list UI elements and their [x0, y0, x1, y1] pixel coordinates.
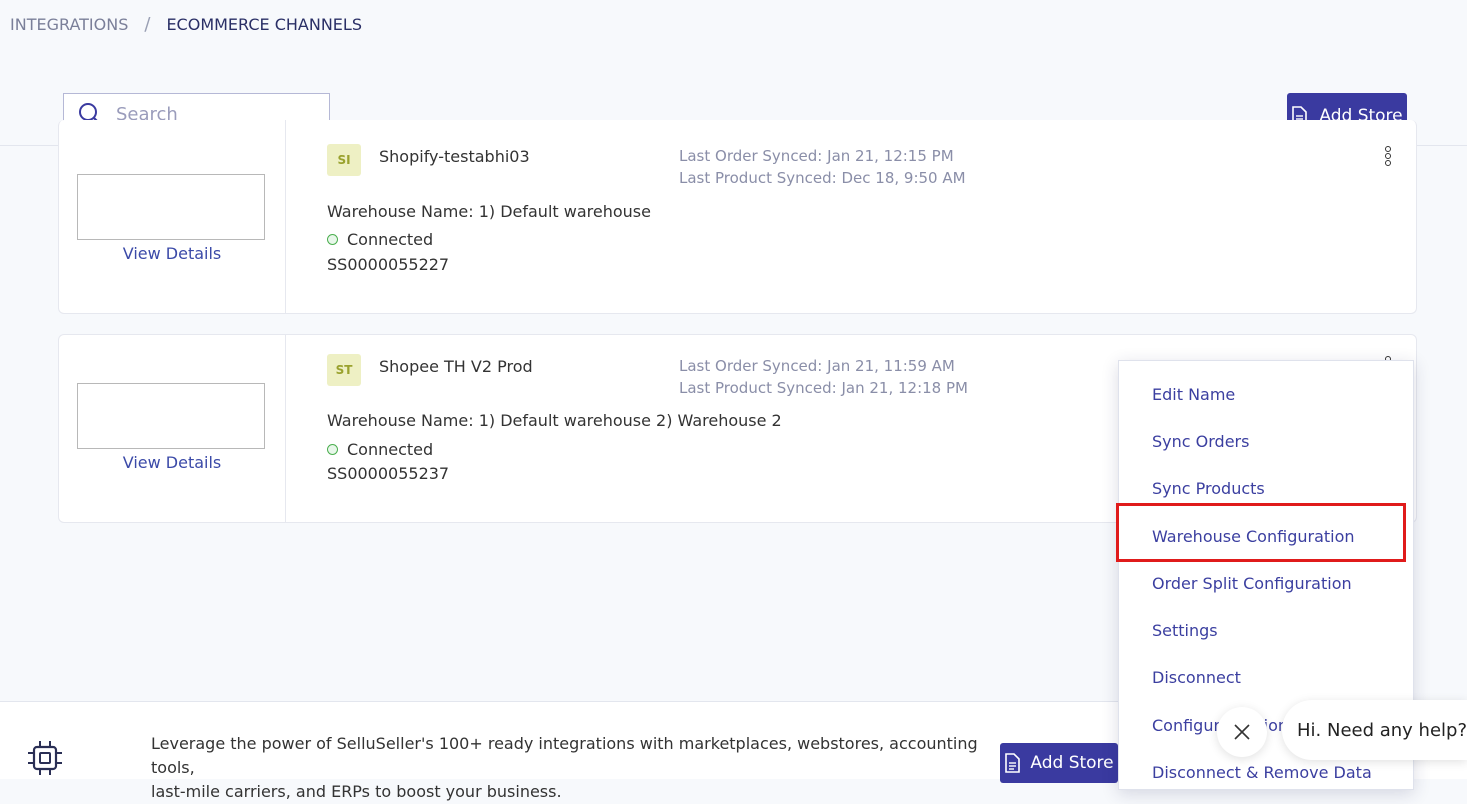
document-icon [1005, 753, 1021, 773]
store-code: SS0000055227 [327, 255, 450, 274]
breadcrumb-integrations[interactable]: INTEGRATIONS [10, 15, 128, 34]
sync-info: Last Order Synced: Jan 21, 12:15 PM Last… [679, 145, 966, 189]
footer-add-store-button[interactable]: Add Store [1000, 743, 1118, 783]
menu-item-edit-name[interactable]: Edit Name [1152, 385, 1235, 404]
breadcrumb-current: ECOMMERCE CHANNELS [166, 15, 362, 34]
menu-item-disconnect[interactable]: Disconnect [1152, 668, 1241, 687]
last-order-value: Jan 21, 12:15 PM [827, 147, 954, 165]
store-logo-column: View Details [59, 335, 286, 522]
chat-help-text: Hi. Need any help? [1297, 719, 1467, 741]
footer-promo-line-2: last-mile carriers, and ERPs to boost yo… [151, 782, 562, 801]
status-dot-icon [327, 234, 338, 245]
breadcrumb-separator: / [144, 14, 151, 35]
last-product-label: Last Product Synced: [679, 379, 837, 397]
status-label: Connected [347, 440, 434, 459]
footer-add-store-label: Add Store [1030, 753, 1114, 773]
store-logo-image [77, 383, 265, 449]
menu-item-order-split-configuration[interactable]: Order Split Configuration [1152, 574, 1352, 593]
connection-status: Connected [327, 440, 433, 459]
store-badge: ST [327, 354, 361, 386]
connection-status: Connected [327, 230, 433, 249]
menu-item-settings[interactable]: Settings [1152, 621, 1218, 640]
warehouse-name: Warehouse Name: 1) Default warehouse 2) … [327, 411, 782, 430]
store-name: Shopify-testabhi03 [379, 147, 530, 166]
store-badge: SI [327, 144, 361, 176]
sync-info: Last Order Synced: Jan 21, 11:59 AM Last… [679, 355, 968, 399]
chat-close-button[interactable] [1217, 707, 1267, 757]
view-details-link[interactable]: View Details [59, 453, 285, 472]
menu-item-sync-products[interactable]: Sync Products [1152, 479, 1265, 498]
last-order-label: Last Order Synced: [679, 147, 823, 165]
last-order-value: Jan 21, 11:59 AM [827, 357, 955, 375]
chip-icon [28, 741, 62, 775]
menu-item-warehouse-configuration[interactable]: Warehouse Configuration [1152, 527, 1355, 546]
view-details-link[interactable]: View Details [59, 244, 285, 263]
breadcrumb: INTEGRATIONS / ECOMMERCE CHANNELS [10, 14, 362, 35]
menu-item-sync-orders[interactable]: Sync Orders [1152, 432, 1249, 451]
store-code: SS0000055237 [327, 464, 450, 483]
store-name: Shopee TH V2 Prod [379, 357, 533, 376]
store-logo-image [77, 174, 265, 240]
footer-promo-text: Leverage the power of SelluSeller's 100+… [151, 732, 981, 804]
store-card: View Details SI Shopify-testabhi03 Last … [58, 120, 1417, 314]
warehouse-name: Warehouse Name: 1) Default warehouse [327, 202, 651, 221]
last-product-value: Dec 18, 9:50 AM [841, 169, 966, 187]
menu-item-disconnect-remove-data[interactable]: Disconnect & Remove Data [1152, 763, 1372, 782]
store-logo-column: View Details [59, 120, 286, 313]
last-product-label: Last Product Synced: [679, 169, 837, 187]
last-product-value: Jan 21, 12:18 PM [841, 379, 968, 397]
footer-promo-line-1: Leverage the power of SelluSeller's 100+… [151, 734, 978, 777]
close-icon [1234, 724, 1250, 740]
status-dot-icon [327, 444, 338, 455]
more-options-icon[interactable] [1382, 146, 1394, 170]
status-label: Connected [347, 230, 434, 249]
last-order-label: Last Order Synced: [679, 357, 823, 375]
chat-help-bubble[interactable]: Hi. Need any help? [1282, 700, 1467, 760]
